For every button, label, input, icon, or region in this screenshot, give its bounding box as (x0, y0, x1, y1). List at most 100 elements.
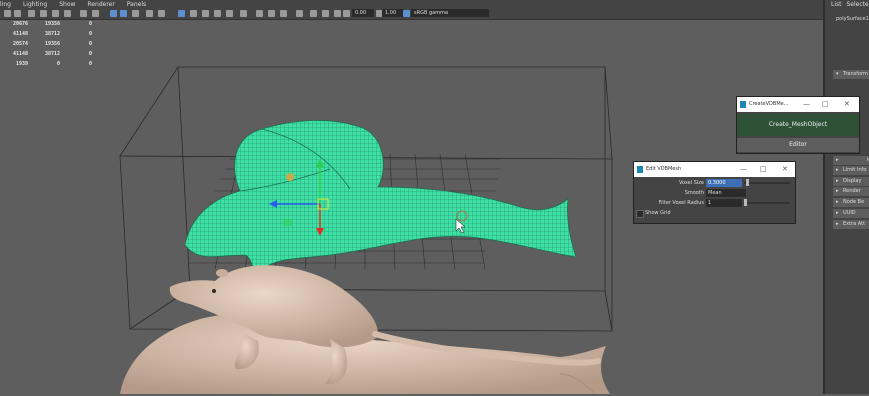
depth-of-field-icon[interactable] (240, 10, 247, 17)
antialiasing-icon[interactable] (226, 10, 233, 17)
create-window-title: CreateVDBMe... (749, 101, 788, 107)
maya-logo-icon (637, 166, 643, 173)
hud-row: 193900 (0, 59, 92, 69)
maximize-icon[interactable]: □ (822, 97, 829, 112)
colorspace-dropdown[interactable]: sRGB gamma (411, 9, 489, 17)
slider-handle[interactable] (744, 199, 747, 206)
hud-value: 41148 (0, 49, 28, 59)
hud-value: 0 (60, 29, 92, 39)
bookmark-icon[interactable] (28, 10, 35, 17)
maya-logo-icon (740, 101, 746, 108)
wireframe-icon[interactable] (110, 10, 117, 17)
tab-selected[interactable]: Selected (847, 0, 869, 10)
hud-value: 0 (60, 49, 92, 59)
section-extra-attributes[interactable]: Extra Att (833, 220, 869, 229)
viewport-menu-bar: ling Lighting Show Renderer Panels (0, 0, 823, 8)
hud-value: 20676 (0, 19, 28, 29)
poly-count-hud: 20676193560 41148387120 20574193560 4114… (0, 19, 92, 69)
hud-value: 41148 (0, 29, 28, 39)
create-window-titlebar[interactable]: CreateVDBMe... — □ ✕ (737, 97, 859, 112)
create-meshobject-button[interactable]: Create_MeshObject (737, 114, 859, 136)
hud-value: 1939 (0, 59, 28, 69)
selected-object-name: polySurface1 (825, 16, 869, 22)
grease-pencil-icon[interactable] (64, 10, 71, 17)
show-grid-row: Show Grid (634, 209, 794, 218)
hud-value: 38712 (28, 29, 60, 39)
menu-view[interactable]: ling (0, 1, 11, 8)
hud-value: 0 (60, 59, 92, 69)
exposure-icon[interactable] (343, 10, 350, 17)
menu-panels[interactable]: Panels (127, 1, 146, 8)
menu-renderer[interactable]: Renderer (87, 1, 114, 8)
maximize-icon[interactable]: □ (760, 162, 767, 177)
minimize-icon[interactable]: — (803, 97, 810, 112)
hud-value: 19356 (28, 39, 60, 49)
section-transform[interactable]: Transform (833, 70, 869, 79)
viewport-toolbar: 0.00 1.00 sRGB gamma (0, 8, 823, 20)
xray-joints-icon[interactable] (268, 10, 275, 17)
section-render[interactable]: Render (833, 187, 869, 196)
voxel-size-row: Voxel Size 0.3000 (634, 179, 794, 188)
close-icon[interactable]: ✕ (782, 162, 788, 177)
editor-button[interactable]: Editor (737, 138, 859, 152)
hud-value: 20574 (0, 39, 28, 49)
xray-active-icon[interactable] (280, 10, 287, 17)
smooth-shade-icon[interactable] (120, 10, 127, 17)
edit-vdb-mesh-window: Edit VDBMesh — □ ✕ Voxel Size 0.3000 Smo… (633, 161, 796, 224)
smooth-dropdown[interactable]: Mean (706, 189, 746, 197)
tab-list[interactable]: List (831, 0, 842, 10)
section-node-behavior[interactable]: Node Be (833, 198, 869, 207)
hud-value: 0 (60, 39, 92, 49)
lights-icon[interactable] (190, 10, 197, 17)
show-grid-label: Show Grid (645, 209, 671, 218)
hud-row: 41148387120 (0, 29, 92, 39)
section-display[interactable]: Display (833, 177, 869, 186)
2d-pan-zoom-icon[interactable] (52, 10, 59, 17)
voxel-size-field[interactable]: 0.3000 (706, 179, 742, 187)
grid-toggle-icon[interactable] (80, 10, 87, 17)
edit-window-title: Edit VDBMesh (646, 166, 681, 172)
safe-action-icon[interactable] (310, 10, 317, 17)
voxel-size-slider[interactable] (744, 182, 790, 184)
minimize-icon[interactable]: — (740, 162, 747, 177)
camera-attributes-icon[interactable] (14, 10, 21, 17)
isolate-select-icon[interactable] (158, 10, 165, 17)
menu-show[interactable]: Show (59, 1, 75, 8)
hud-value: 19356 (28, 19, 60, 29)
hud-value: 0 (28, 59, 60, 69)
field-chart-icon[interactable] (334, 10, 341, 17)
section-partial[interactable]: k (833, 156, 869, 165)
shadows-icon[interactable] (202, 10, 209, 17)
smooth-row: Smooth Mean (634, 189, 794, 198)
isolate-icon[interactable] (256, 10, 263, 17)
menu-lighting[interactable]: Lighting (23, 1, 47, 8)
xray-icon[interactable] (146, 10, 153, 17)
resolution-gate-icon[interactable] (296, 10, 303, 17)
edit-window-titlebar[interactable]: Edit VDBMesh — □ ✕ (634, 162, 795, 177)
color-management-icon[interactable] (403, 10, 410, 17)
create-vdb-mesh-window: CreateVDBMe... — □ ✕ Create_MeshObject E… (736, 96, 860, 154)
wireframe-on-shaded-icon[interactable] (132, 10, 139, 17)
filter-voxel-radius-slider[interactable] (744, 202, 790, 204)
textured-icon[interactable] (178, 10, 185, 17)
film-gate-icon[interactable] (92, 10, 99, 17)
image-plane-icon[interactable] (40, 10, 47, 17)
safe-title-icon[interactable] (322, 10, 329, 17)
attribute-editor-panel: List Selected polySurface1 Transform k L… (823, 0, 869, 394)
slider-handle[interactable] (746, 179, 749, 186)
ambient-occlusion-icon[interactable] (214, 10, 221, 17)
smooth-label: Smooth (685, 189, 704, 198)
show-grid-checkbox[interactable] (636, 210, 644, 218)
filter-voxel-radius-field[interactable]: 1 (706, 199, 742, 207)
exposure-field[interactable]: 0.00 (352, 9, 374, 17)
close-icon[interactable]: ✕ (844, 97, 850, 112)
hud-row: 20676193560 (0, 19, 92, 29)
hud-value: 0 (60, 19, 92, 29)
hud-row: 41148387120 (0, 49, 92, 59)
voxel-size-label: Voxel Size (679, 179, 704, 188)
filter-voxel-radius-label: Filter Voxel Radius (658, 199, 704, 208)
section-uuid[interactable]: UUID (833, 209, 869, 218)
gamma-field[interactable]: 1.00 (382, 9, 404, 17)
section-limit-info[interactable]: Limit Info (833, 166, 869, 175)
select-camera-icon[interactable] (4, 10, 11, 17)
